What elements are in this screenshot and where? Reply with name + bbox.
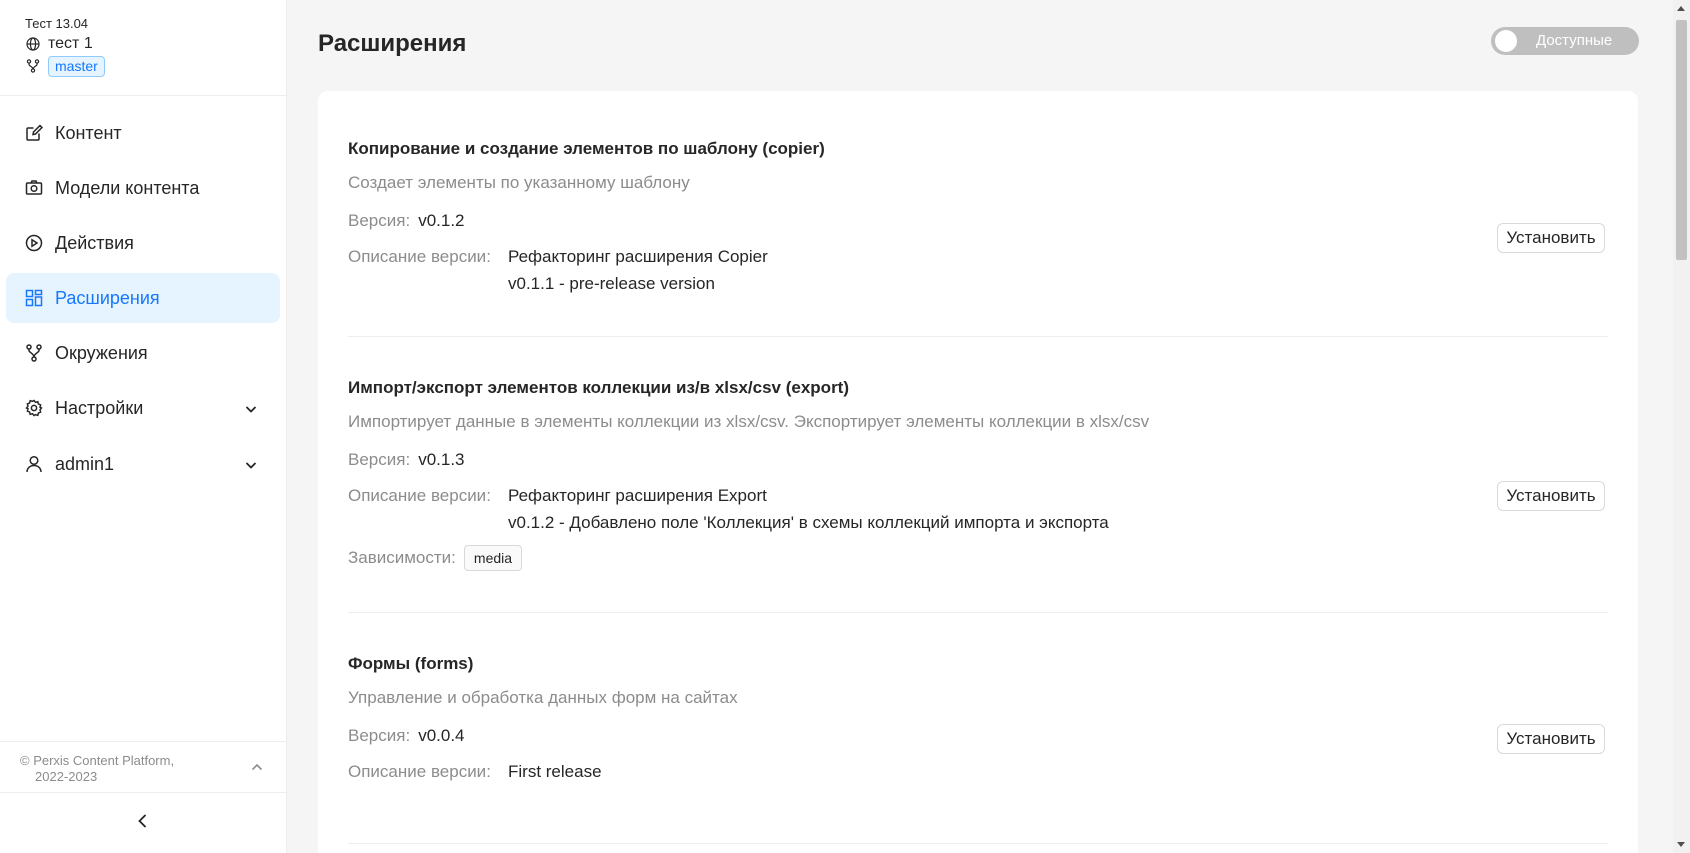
branch-icon [25,58,41,74]
extension-title: Копирование и создание элементов по шабл… [348,139,825,158]
play-circle-icon [25,234,43,252]
extension-title: Формы (forms) [348,654,474,673]
menu-item-extensions[interactable]: Расширения [6,273,280,323]
extension-description: Импортирует данные в элементы коллекции … [348,412,1150,431]
scrollbar[interactable] [1673,0,1690,853]
globe-icon [25,36,41,52]
version-notes: Рефакторинг расширения Copier v0.1.1 - p… [508,243,768,297]
gear-icon [25,399,43,417]
menu-item-content-models[interactable]: Модели контента [6,163,280,213]
divider [348,843,1608,844]
menu-label: Действия [55,232,134,253]
user-name: admin1 [55,453,115,474]
copyright-years: 2022-2023 [35,769,98,784]
scroll-up-arrow[interactable] [1677,6,1685,11]
menu-label: Окружения [55,342,148,363]
menu-item-content[interactable]: Контент [6,108,280,158]
menu-label: Контент [55,122,122,143]
version-note: v0.1.1 - pre-release version [508,274,715,293]
divider [348,336,1608,337]
chevron-down-icon [244,400,258,414]
environment-tag[interactable]: master [48,55,105,77]
version-note: Рефакторинг расширения Export [508,486,767,505]
sidebar-footer[interactable]: © Perxis Content Platform, 2022-2023 [0,741,286,793]
space-name: тест 1 [48,35,93,52]
available-toggle[interactable]: Доступные [1491,27,1639,55]
version-value: v0.0.4 [418,726,465,745]
version-label-text: Версия [348,450,406,469]
version-notes-label: Описание версии: [348,762,491,781]
camera-box-icon [25,179,43,197]
extensions-grid-icon [25,289,43,307]
space-selector[interactable]: Тест 13.04 тест 1 master [0,0,286,96]
extension-item: Формы (forms) Управление и обработка дан… [348,654,1608,785]
scrollbar-thumb[interactable] [1676,20,1687,260]
version-field: Версия: v0.1.3 [348,446,1608,473]
install-button-forms[interactable]: Установить [1497,724,1605,754]
version-field: Версия: v0.1.2 [348,207,1608,234]
space-row: тест 1 [25,33,286,55]
menu-item-user[interactable]: admin1 [6,439,280,489]
version-value: v0.1.2 [418,211,465,230]
branch-icon [25,344,43,362]
divider [348,612,1608,613]
version-notes-label-text: Описание версии [348,762,487,781]
version-notes: Рефакторинг расширения Export v0.1.2 - Д… [508,482,1109,536]
edit-icon [25,124,43,142]
organization-name: Тест 13.04 [25,16,89,31]
extension-item: Импорт/экспорт элементов коллекции из/в … [348,378,1608,571]
dependency-tag: media [463,544,523,571]
collapse-sidebar-icon[interactable] [134,812,152,830]
install-button-export[interactable]: Установить [1497,481,1605,511]
menu-item-environments[interactable]: Окружения [6,328,280,378]
version-label-text: Версия [348,211,406,230]
version-notes-label: Описание версии: [348,247,491,266]
version-label: Версия: [348,726,411,745]
menu-item-actions[interactable]: Действия [6,218,280,268]
version-notes-label-text: Описание версии [348,247,487,266]
menu-label: Расширения [55,287,160,308]
version-label-text: Версия [348,726,406,745]
chevron-up-icon[interactable] [250,760,264,774]
copyright-line: © Perxis Content Platform, [20,753,175,768]
install-button-copier[interactable]: Установить [1497,223,1605,253]
version-note: First release [508,762,602,781]
version-value: v0.1.3 [418,450,465,469]
chevron-down-icon [244,456,258,470]
toggle-knob [1495,30,1517,52]
menu-label: Модели контента [55,177,200,198]
version-notes-label-text: Описание версии [348,486,487,505]
version-label: Версия: [348,450,411,469]
environment-row: master [25,55,286,77]
menu-label: Настройки [55,397,144,418]
version-label: Версия: [348,211,411,230]
dependencies-label-text: Зависимости [348,548,452,567]
extension-title: Импорт/экспорт элементов коллекции из/в … [348,378,850,397]
dependencies-field: Зависимости: media [348,544,1608,571]
extension-description: Управление и обработка данных форм на са… [348,688,738,707]
extension-item: Копирование и создание элементов по шабл… [348,139,1608,297]
menu-item-settings[interactable]: Настройки [6,383,280,433]
user-icon [25,455,43,473]
extension-description: Создает элементы по указанному шаблону [348,173,690,192]
version-notes-label: Описание версии: [348,486,491,505]
page-title: Расширения [318,30,467,57]
version-notes-field: Описание версии: Рефакторинг расширения … [348,243,1608,297]
version-notes: First release [508,758,602,785]
version-notes-field: Описание версии: Рефакторинг расширения … [348,482,1608,536]
version-field: Версия: v0.0.4 [348,722,1608,749]
main-menu: Контент Модели контента Действия Расшире… [0,96,286,489]
scroll-down-arrow[interactable] [1677,842,1685,847]
toggle-label: Доступные [1536,32,1613,49]
version-note: Рефакторинг расширения Copier [508,247,768,266]
sidebar: Тест 13.04 тест 1 master Контент Модели … [0,0,287,853]
extensions-list: Копирование и создание элементов по шабл… [318,91,1638,853]
dependencies-label: Зависимости: [348,548,456,567]
version-note: v0.1.2 - Добавлено поле 'Коллекция' в сх… [508,513,1109,532]
version-notes-field: Описание версии: First release [348,758,1608,785]
